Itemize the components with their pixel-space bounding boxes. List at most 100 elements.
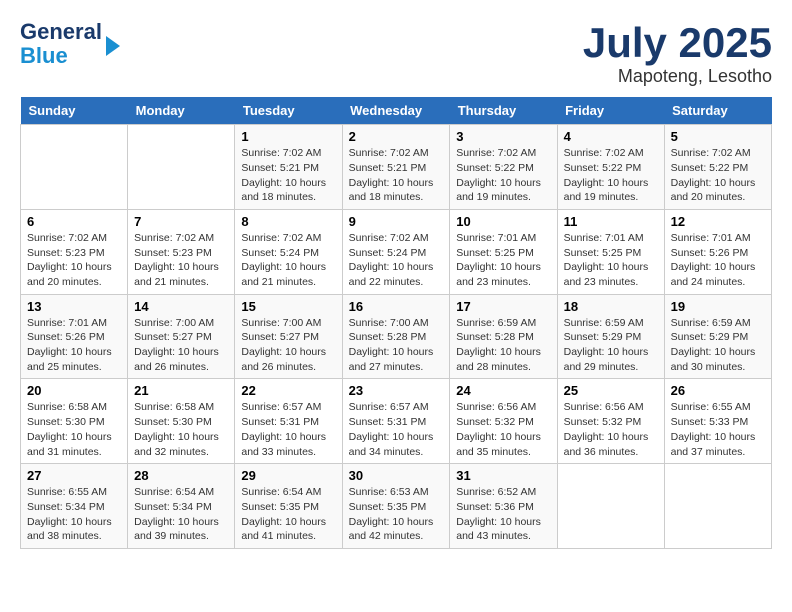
day-number: 20 (27, 383, 121, 398)
day-info: Sunrise: 7:02 AM Sunset: 5:24 PM Dayligh… (241, 231, 335, 290)
day-number: 22 (241, 383, 335, 398)
calendar-cell: 29 Sunrise: 6:54 AM Sunset: 5:35 PM Dayl… (235, 464, 342, 549)
sunrise-text: Sunrise: 7:01 AM (564, 232, 644, 244)
day-number: 14 (134, 299, 228, 314)
day-number: 26 (671, 383, 765, 398)
sunset-text: Sunset: 5:27 PM (241, 331, 319, 343)
weekday-header-wednesday: Wednesday (342, 97, 450, 125)
sunset-text: Sunset: 5:22 PM (456, 162, 534, 174)
day-number: 28 (134, 468, 228, 483)
page-header: GeneralBlue July 2025 Mapoteng, Lesotho (20, 20, 772, 87)
logo: GeneralBlue (20, 20, 120, 68)
sunset-text: Sunset: 5:21 PM (349, 162, 427, 174)
calendar-cell: 11 Sunrise: 7:01 AM Sunset: 5:25 PM Dayl… (557, 209, 664, 294)
calendar-cell: 10 Sunrise: 7:01 AM Sunset: 5:25 PM Dayl… (450, 209, 557, 294)
sunset-text: Sunset: 5:24 PM (241, 247, 319, 259)
calendar-week-row: 1 Sunrise: 7:02 AM Sunset: 5:21 PM Dayli… (21, 125, 772, 210)
sunrise-text: Sunrise: 7:02 AM (564, 147, 644, 159)
sunrise-text: Sunrise: 6:55 AM (27, 486, 107, 498)
daylight-text: Daylight: 10 hours and 39 minutes. (134, 516, 219, 543)
day-number: 8 (241, 214, 335, 229)
day-info: Sunrise: 6:55 AM Sunset: 5:33 PM Dayligh… (671, 400, 765, 459)
sunrise-text: Sunrise: 7:02 AM (349, 147, 429, 159)
sunrise-text: Sunrise: 6:56 AM (564, 401, 644, 413)
day-number: 10 (456, 214, 550, 229)
weekday-header-thursday: Thursday (450, 97, 557, 125)
sunset-text: Sunset: 5:23 PM (134, 247, 212, 259)
daylight-text: Daylight: 10 hours and 23 minutes. (456, 261, 541, 288)
day-info: Sunrise: 7:02 AM Sunset: 5:22 PM Dayligh… (564, 146, 658, 205)
calendar-cell: 31 Sunrise: 6:52 AM Sunset: 5:36 PM Dayl… (450, 464, 557, 549)
daylight-text: Daylight: 10 hours and 34 minutes. (349, 431, 434, 458)
day-info: Sunrise: 7:01 AM Sunset: 5:25 PM Dayligh… (456, 231, 550, 290)
calendar-cell (21, 125, 128, 210)
sunrise-text: Sunrise: 6:56 AM (456, 401, 536, 413)
sunrise-text: Sunrise: 6:58 AM (27, 401, 107, 413)
sunrise-text: Sunrise: 6:53 AM (349, 486, 429, 498)
day-info: Sunrise: 7:02 AM Sunset: 5:22 PM Dayligh… (456, 146, 550, 205)
sunrise-text: Sunrise: 7:00 AM (241, 317, 321, 329)
day-number: 13 (27, 299, 121, 314)
day-info: Sunrise: 7:02 AM Sunset: 5:22 PM Dayligh… (671, 146, 765, 205)
sunrise-text: Sunrise: 6:52 AM (456, 486, 536, 498)
calendar-cell: 9 Sunrise: 7:02 AM Sunset: 5:24 PM Dayli… (342, 209, 450, 294)
day-info: Sunrise: 7:00 AM Sunset: 5:27 PM Dayligh… (134, 316, 228, 375)
daylight-text: Daylight: 10 hours and 33 minutes. (241, 431, 326, 458)
daylight-text: Daylight: 10 hours and 20 minutes. (671, 177, 756, 204)
day-number: 17 (456, 299, 550, 314)
sunset-text: Sunset: 5:32 PM (564, 416, 642, 428)
sunset-text: Sunset: 5:22 PM (564, 162, 642, 174)
day-info: Sunrise: 7:01 AM Sunset: 5:26 PM Dayligh… (671, 231, 765, 290)
daylight-text: Daylight: 10 hours and 43 minutes. (456, 516, 541, 543)
calendar-cell: 3 Sunrise: 7:02 AM Sunset: 5:22 PM Dayli… (450, 125, 557, 210)
calendar-week-row: 13 Sunrise: 7:01 AM Sunset: 5:26 PM Dayl… (21, 294, 772, 379)
day-info: Sunrise: 6:57 AM Sunset: 5:31 PM Dayligh… (349, 400, 444, 459)
day-number: 21 (134, 383, 228, 398)
calendar-cell: 6 Sunrise: 7:02 AM Sunset: 5:23 PM Dayli… (21, 209, 128, 294)
day-number: 23 (349, 383, 444, 398)
day-info: Sunrise: 6:58 AM Sunset: 5:30 PM Dayligh… (134, 400, 228, 459)
day-number: 29 (241, 468, 335, 483)
daylight-text: Daylight: 10 hours and 25 minutes. (27, 346, 112, 373)
day-info: Sunrise: 6:53 AM Sunset: 5:35 PM Dayligh… (349, 485, 444, 544)
calendar-cell: 15 Sunrise: 7:00 AM Sunset: 5:27 PM Dayl… (235, 294, 342, 379)
daylight-text: Daylight: 10 hours and 18 minutes. (349, 177, 434, 204)
day-number: 1 (241, 129, 335, 144)
daylight-text: Daylight: 10 hours and 37 minutes. (671, 431, 756, 458)
daylight-text: Daylight: 10 hours and 26 minutes. (241, 346, 326, 373)
calendar-cell: 12 Sunrise: 7:01 AM Sunset: 5:26 PM Dayl… (664, 209, 771, 294)
day-info: Sunrise: 6:56 AM Sunset: 5:32 PM Dayligh… (564, 400, 658, 459)
sunset-text: Sunset: 5:34 PM (134, 501, 212, 513)
sunrise-text: Sunrise: 6:59 AM (564, 317, 644, 329)
sunset-text: Sunset: 5:25 PM (564, 247, 642, 259)
sunset-text: Sunset: 5:29 PM (671, 331, 749, 343)
daylight-text: Daylight: 10 hours and 36 minutes. (564, 431, 649, 458)
day-number: 25 (564, 383, 658, 398)
calendar-cell: 30 Sunrise: 6:53 AM Sunset: 5:35 PM Dayl… (342, 464, 450, 549)
weekday-header-friday: Friday (557, 97, 664, 125)
daylight-text: Daylight: 10 hours and 32 minutes. (134, 431, 219, 458)
day-number: 31 (456, 468, 550, 483)
weekday-header-tuesday: Tuesday (235, 97, 342, 125)
calendar-cell: 14 Sunrise: 7:00 AM Sunset: 5:27 PM Dayl… (128, 294, 235, 379)
day-number: 3 (456, 129, 550, 144)
sunrise-text: Sunrise: 7:02 AM (134, 232, 214, 244)
sunset-text: Sunset: 5:35 PM (241, 501, 319, 513)
day-number: 2 (349, 129, 444, 144)
location-title: Mapoteng, Lesotho (583, 66, 772, 87)
sunrise-text: Sunrise: 7:01 AM (671, 232, 751, 244)
sunrise-text: Sunrise: 7:02 AM (349, 232, 429, 244)
sunrise-text: Sunrise: 6:59 AM (456, 317, 536, 329)
calendar-cell: 2 Sunrise: 7:02 AM Sunset: 5:21 PM Dayli… (342, 125, 450, 210)
day-info: Sunrise: 6:52 AM Sunset: 5:36 PM Dayligh… (456, 485, 550, 544)
day-info: Sunrise: 6:56 AM Sunset: 5:32 PM Dayligh… (456, 400, 550, 459)
sunrise-text: Sunrise: 6:57 AM (349, 401, 429, 413)
title-block: July 2025 Mapoteng, Lesotho (583, 20, 772, 87)
day-info: Sunrise: 7:00 AM Sunset: 5:27 PM Dayligh… (241, 316, 335, 375)
day-info: Sunrise: 6:58 AM Sunset: 5:30 PM Dayligh… (27, 400, 121, 459)
day-info: Sunrise: 7:02 AM Sunset: 5:21 PM Dayligh… (241, 146, 335, 205)
day-info: Sunrise: 6:59 AM Sunset: 5:29 PM Dayligh… (671, 316, 765, 375)
day-info: Sunrise: 7:02 AM Sunset: 5:21 PM Dayligh… (349, 146, 444, 205)
calendar-cell: 16 Sunrise: 7:00 AM Sunset: 5:28 PM Dayl… (342, 294, 450, 379)
calendar-week-row: 27 Sunrise: 6:55 AM Sunset: 5:34 PM Dayl… (21, 464, 772, 549)
